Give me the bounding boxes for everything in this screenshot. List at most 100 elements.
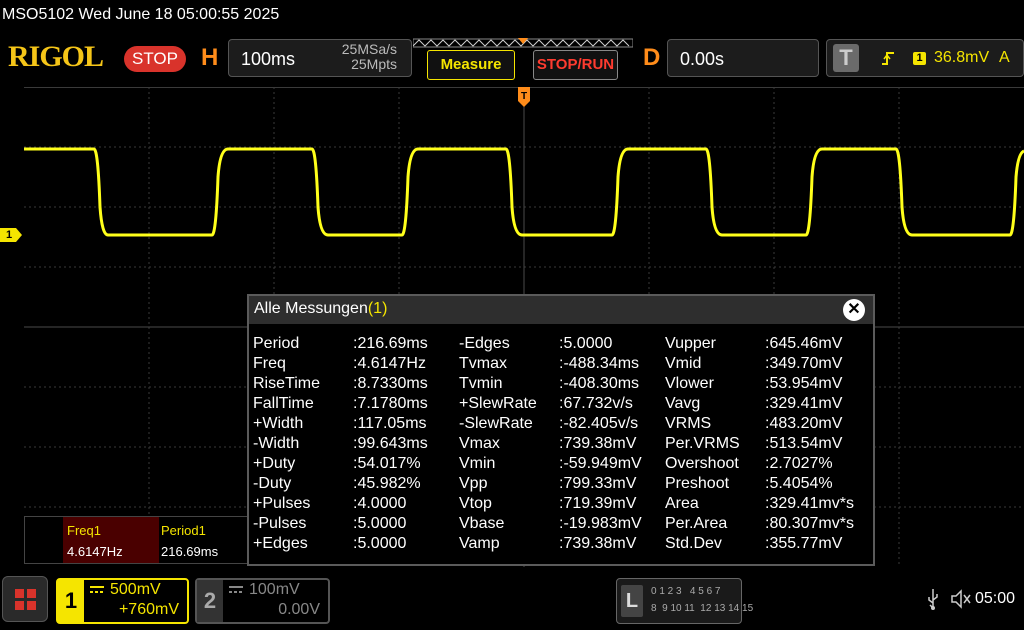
measurement-value: :99.643ms [353,435,428,452]
measurement-value: :329.41mv*s [765,495,854,512]
measurement-name: Vmax [459,435,500,452]
measurement-name: Per.Area [665,515,728,532]
dc-coupling-icon [90,586,104,593]
rising-edge-icon [882,52,894,65]
measurement-name: Per.VRMS [665,435,740,452]
quick-measure-label: Period1 [161,523,206,538]
channel1-scale: 500mV [110,581,161,598]
measurement-value: :7.1780ms [353,395,428,412]
measurement-value: :355.77mV [765,535,843,552]
quick-measure-freq[interactable]: Freq1 4.6147Hz [63,517,159,563]
channel1-offset: +760mV [118,601,179,618]
quick-measure-panel[interactable]: Freq1 4.6147Hz Period1 216.69ms [24,516,255,564]
speaker-muted-icon[interactable] [950,588,972,610]
channel1-panel[interactable]: 1 500mV +760mV [56,578,189,624]
measurement-name: -Duty [253,475,292,492]
measurement-name: +Pulses [253,495,311,512]
sample-rate: 25MSa/s [341,41,397,57]
measurement-value: :5.0000 [353,535,407,552]
measurement-value: :-59.949mV [559,455,642,472]
measurement-name: Area [665,495,699,512]
measurement-name: Vlower [665,375,714,392]
measurement-name: Vavg [665,395,701,412]
measurement-value: :80.307mv*s [765,515,854,532]
close-icon[interactable]: ✕ [843,299,865,321]
measurement-name: Vupper [665,335,716,352]
measurement-name: Vtop [459,495,492,512]
measurement-value: :349.70mV [765,355,843,372]
measurement-name: Tvmax [459,355,507,372]
usb-icon [928,589,938,610]
trigger-source-badge: 1 [913,52,926,65]
measurement-value: :513.54mV [765,435,843,452]
channel2-number: 2 [197,580,223,622]
channel1-offset-marker[interactable]: 1 [0,228,22,242]
measurement-name: Std.Dev [665,535,722,552]
horizontal-panel[interactable]: 100ms 25MSa/s 25Mpts [228,39,412,77]
measurement-name: VRMS [665,415,712,432]
all-measurements-dialog: Alle Messungen(1) ✕ Period:216.69ms Freq:… [247,294,875,566]
trigger-position-marker: T [518,87,530,107]
stop-run-button[interactable]: STOP/RUN [533,50,618,80]
measurement-value: :67.732v/s [559,395,633,412]
measurement-value: :5.0000 [353,515,407,532]
channel1-number: 1 [58,580,84,622]
measurement-value: :5.0000 [559,335,613,352]
measurement-name: +Edges [253,535,308,552]
memory-position-strip [413,38,633,48]
measurement-name: -SlewRate [459,415,533,432]
quick-measure-value: 4.6147Hz [67,544,123,559]
measurement-value: :483.20mV [765,415,843,432]
measurement-name: -Pulses [253,515,307,532]
measurement-value: :-19.983mV [559,515,642,532]
menu-button[interactable] [2,576,48,622]
rigol-logo: RIGOL [8,40,104,73]
logic-letter: L [621,585,643,617]
measurement-value: :-82.405v/s [559,415,639,432]
memory-strip-graphic [413,38,633,48]
run-state-badge[interactable]: STOP [124,46,186,72]
quick-measure-period[interactable]: Period1 216.69ms [159,517,255,563]
measurement-name: Vmin [459,455,496,472]
delay-letter[interactable]: D [643,44,660,72]
svg-text:T: T [521,91,527,102]
measurement-name: Period [253,335,300,352]
logic-channels-0-7: 0 1 2 3 4 5 6 7 [651,586,721,597]
measurement-name: Overshoot [665,455,739,472]
measurement-name: +Duty [253,455,296,472]
control-header: RIGOL STOP H 100ms 25MSa/s 25Mpts Measur… [0,30,1024,85]
measurement-name: -Width [253,435,300,452]
measurement-value: :739.38mV [559,535,637,552]
measurement-value: :54.017% [353,455,421,472]
trigger-letter: T [833,44,859,72]
channel2-scale: 100mV [249,581,300,598]
measure-button[interactable]: Measure [427,50,515,80]
measurement-name: Preshoot [665,475,730,492]
measurement-value: :645.46mV [765,335,843,352]
measurement-value: :4.6147Hz [353,355,426,372]
channel1-marker-label: 1 [6,229,13,241]
measurement-value: :-408.30ms [559,375,640,392]
measurement-name: RiseTime [253,375,320,392]
logic-analyzer-panel[interactable]: L 0 1 2 3 4 5 6 7 8 9 10 11 12 13 14 15 [616,578,753,624]
trigger-mode: A [999,49,1010,66]
memory-depth: 25Mpts [351,56,397,72]
trigger-level: 36.8mV [934,49,990,66]
trigger-panel[interactable]: T 1 36.8mV A [826,39,1024,77]
device-info: MSO5102 Wed June 18 05:00:55 2025 [2,6,280,23]
measurement-value: :329.41mV [765,395,843,412]
measurement-value: :45.982% [353,475,421,492]
bottom-bar: 1 500mV +760mV 2 100mV 0.00V L 0 1 2 3 4… [0,570,1024,630]
measurement-name: Vpp [459,475,488,492]
measurement-value: :-488.34ms [559,355,640,372]
measurement-value: :719.39mV [559,495,637,512]
horizontal-letter[interactable]: H [201,44,218,72]
measurement-value: :216.69ms [353,335,428,352]
channel2-panel[interactable]: 2 100mV 0.00V [195,578,330,624]
measurement-value: :4.0000 [353,495,407,512]
measurement-name: Tvmin [459,375,503,392]
delay-panel[interactable]: 0.00s [667,39,819,77]
measurement-name: +Width [253,415,304,432]
measurement-name: -Edges [459,335,510,352]
measurement-value: :5.4054% [765,475,833,492]
